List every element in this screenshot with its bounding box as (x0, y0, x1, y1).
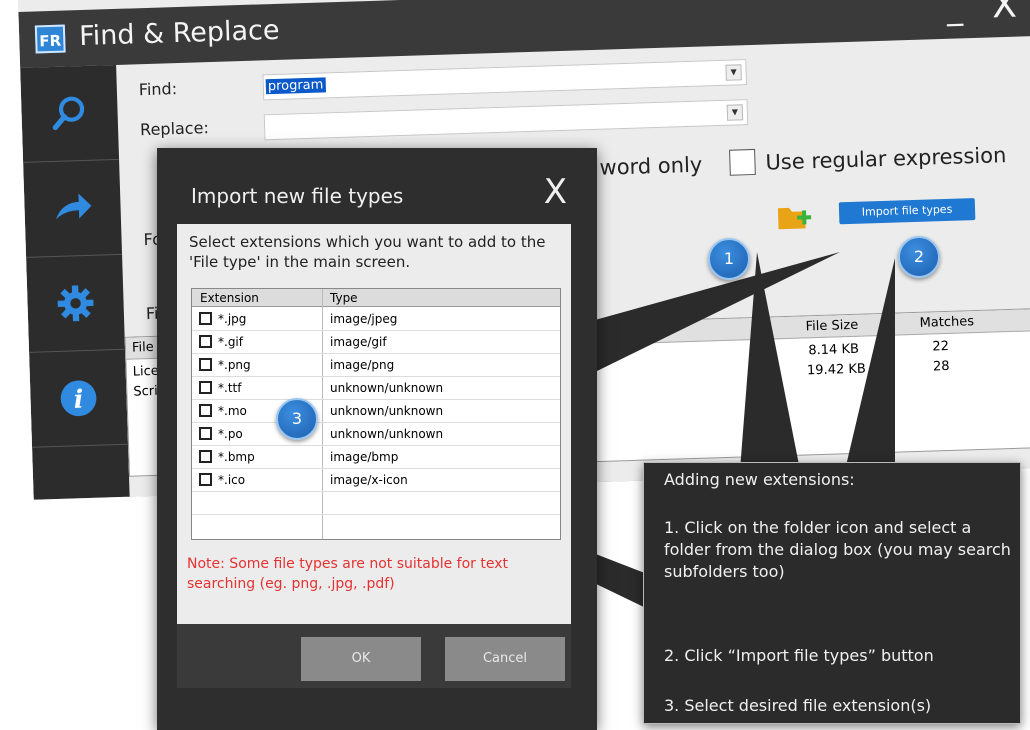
svg-text:i: i (73, 384, 84, 414)
find-label: Find: (138, 79, 178, 100)
sidebar-item-replace[interactable] (23, 160, 122, 258)
instruction-callout: Adding new extensions: 1. Click on the f… (643, 462, 1021, 724)
cancel-button[interactable]: Cancel (445, 637, 565, 681)
callout-step-1: 1. Click on the folder icon and select a… (664, 518, 1011, 581)
callout-step-3: 3. Select desired file extension(s) (664, 696, 932, 715)
col-file-size[interactable]: File Size (805, 318, 858, 335)
replace-label: Replace: (139, 118, 210, 140)
extension-checkbox[interactable] (199, 358, 212, 371)
dialog-footer: OK Cancel (177, 624, 571, 688)
regex-checkbox[interactable] (729, 149, 756, 176)
find-value: program (267, 77, 324, 95)
chevron-down-icon[interactable]: ▼ (725, 64, 741, 80)
gear-icon (54, 282, 97, 325)
callout-heading: Adding new extensions: (664, 470, 855, 489)
step-badge-1: 1 (708, 238, 750, 280)
extension-checkbox[interactable] (199, 427, 212, 440)
extension-row[interactable]: *.mo unknown/unknown (192, 400, 560, 423)
ok-button[interactable]: OK (301, 637, 421, 681)
extension-checkbox[interactable] (199, 404, 212, 417)
extension-row[interactable]: *.gif image/gif (192, 331, 560, 354)
whole-word-label: word only (599, 152, 703, 180)
extension-row[interactable]: *.ttf unknown/unknown (192, 377, 560, 400)
close-button[interactable]: X (991, 0, 1017, 26)
find-combobox[interactable]: program ▼ (262, 59, 747, 100)
app-title: Find & Replace (78, 14, 280, 53)
col-type[interactable]: Type (330, 291, 358, 305)
sidebar-item-settings[interactable] (26, 255, 125, 353)
extension-checkbox[interactable] (199, 450, 212, 463)
extension-checkbox[interactable] (199, 381, 212, 394)
dialog-instruction: Select extensions which you want to add … (189, 233, 546, 271)
extension-row[interactable]: *.po unknown/unknown (192, 423, 560, 446)
extension-checkbox[interactable] (199, 473, 212, 486)
extension-row-empty (192, 515, 560, 538)
sidebar: i (20, 65, 130, 500)
step-badge-3: 3 (276, 398, 318, 440)
info-icon: i (57, 377, 100, 420)
extension-table: Extension Type *.jpg image/jpeg *.gif imag… (191, 288, 561, 540)
dialog-title: Import new file types (191, 184, 404, 208)
extension-row[interactable]: *.png image/png (192, 354, 560, 377)
extension-row[interactable]: *.ico image/x-icon (192, 469, 560, 492)
replace-combobox[interactable]: ▼ (264, 99, 749, 140)
arrow-right-icon (51, 187, 94, 230)
sidebar-item-info[interactable]: i (29, 350, 128, 448)
extension-table-header: Extension Type (192, 289, 560, 307)
extension-row[interactable]: *.jpg image/jpeg (192, 308, 560, 331)
minimize-button[interactable]: _ (946, 0, 963, 27)
step-badge-2: 2 (898, 236, 940, 278)
folder-add-icon[interactable] (777, 201, 812, 232)
search-icon (48, 92, 91, 135)
chevron-down-icon[interactable]: ▼ (727, 104, 743, 120)
extension-checkbox[interactable] (199, 312, 212, 325)
dialog-note: Note: Some file types are not suitable f… (187, 556, 509, 592)
extension-row[interactable]: *.bmp image/bmp (192, 446, 560, 469)
sidebar-item-search[interactable] (20, 65, 119, 163)
import-file-types-button[interactable]: Import file types (839, 198, 976, 224)
dialog-body: Select extensions which you want to add … (177, 224, 571, 624)
import-dialog: Import new file types X Select extension… (157, 148, 597, 730)
extension-checkbox[interactable] (199, 335, 212, 348)
dialog-close-button[interactable]: X (544, 172, 567, 212)
callout-step-2: 2. Click “Import file types” button (664, 646, 934, 665)
col-extension[interactable]: Extension (200, 291, 259, 305)
app-logo: FR (35, 25, 66, 54)
extension-row-empty (192, 492, 560, 515)
col-matches[interactable]: Matches (919, 314, 974, 331)
regex-label: Use regular expression (765, 143, 1007, 175)
